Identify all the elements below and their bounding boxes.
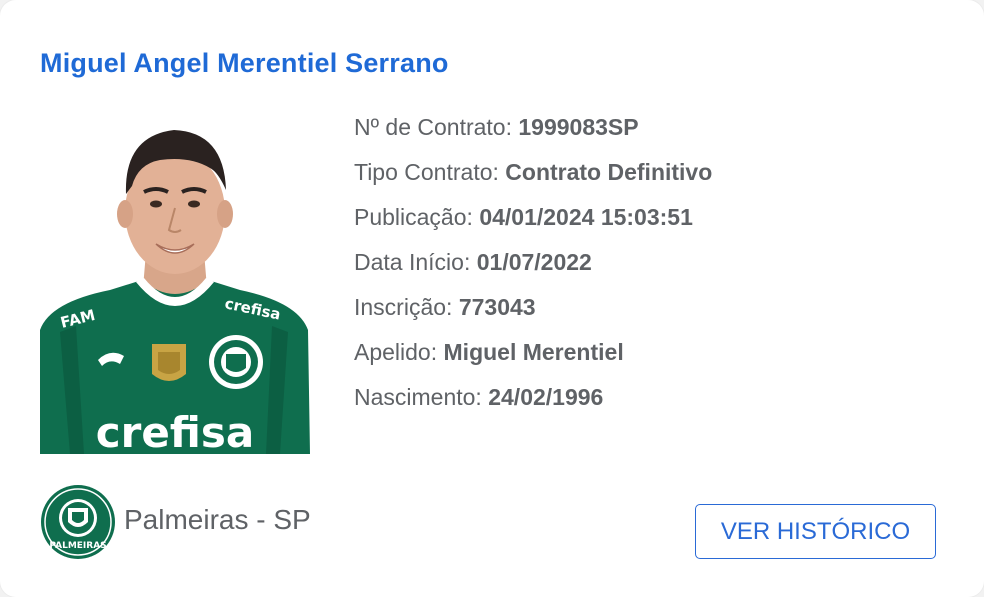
contract-number-label: Nº de Contrato:	[354, 114, 519, 140]
contract-type-row: Tipo Contrato: Contrato Definitivo	[354, 157, 712, 202]
registration-row: Inscrição: 773043	[354, 292, 712, 337]
palmeiras-crest-icon: PALMEIRAS	[41, 485, 115, 559]
start-date-label: Data Início:	[354, 249, 477, 275]
contract-type-value: Contrato Definitivo	[505, 159, 713, 185]
player-card: Miguel Angel Merentiel Serrano FAM crefi…	[0, 0, 984, 597]
publication-row: Publicação: 04/01/2024 15:03:51	[354, 202, 712, 247]
player-name: Miguel Angel Merentiel Serrano	[40, 48, 449, 78]
nickname-label: Apelido:	[354, 339, 444, 365]
jersey-sponsor: crefisa	[96, 408, 255, 454]
player-photo: FAM crefisa crefisa	[40, 112, 310, 454]
publication-label: Publicação:	[354, 204, 480, 230]
nickname-value: Miguel Merentiel	[443, 339, 624, 365]
contract-number-row: Nº de Contrato: 1999083SP	[354, 112, 712, 157]
nickname-row: Apelido: Miguel Merentiel	[354, 337, 712, 382]
contract-number-value: 1999083SP	[518, 114, 639, 140]
birth-date-value: 24/02/1996	[488, 384, 604, 410]
registration-value: 773043	[458, 294, 536, 320]
contract-type-label: Tipo Contrato:	[354, 159, 506, 185]
club-info: PALMEIRAS Palmeiras - SP	[40, 484, 311, 560]
club-name: Palmeiras - SP	[124, 504, 311, 535]
player-photo-illustration: FAM crefisa crefisa	[40, 130, 310, 454]
start-date-row: Data Início: 01/07/2022	[354, 247, 712, 292]
view-history-button[interactable]: VER HISTÓRICO	[695, 504, 936, 559]
start-date-value: 01/07/2022	[476, 249, 592, 275]
contract-details: Nº de Contrato: 1999083SP Tipo Contrato:…	[354, 112, 712, 427]
birth-date-label: Nascimento:	[354, 384, 489, 410]
registration-label: Inscrição:	[354, 294, 459, 320]
crest-text: PALMEIRAS	[49, 541, 106, 551]
birth-date-row: Nascimento: 24/02/1996	[354, 382, 712, 427]
publication-value: 04/01/2024 15:03:51	[479, 204, 693, 230]
